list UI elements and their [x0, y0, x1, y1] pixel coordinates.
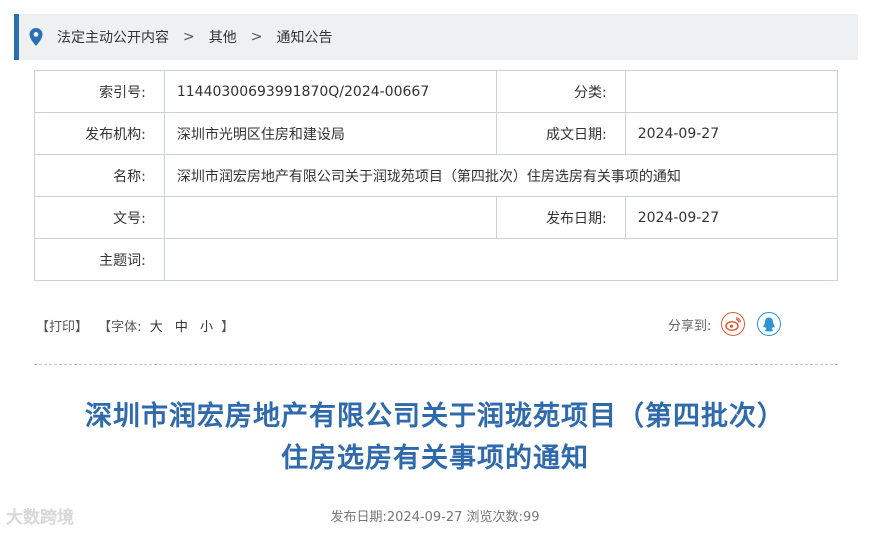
category-value [624, 70, 839, 113]
breadcrumb-item-public-content[interactable]: 法定主动公开内容 [57, 27, 169, 47]
breadcrumb: 法定主动公开内容 > 其他 > 通知公告 [14, 14, 858, 60]
qq-icon[interactable] [757, 312, 782, 336]
weibo-icon[interactable] [721, 312, 746, 336]
font-large-button[interactable]: 大 [150, 320, 163, 335]
docno-value [163, 196, 497, 239]
index-label: 索引号: [34, 70, 165, 113]
table-row: 文号: 发布日期: 2024-09-27 [34, 196, 839, 239]
published-date-value: 2024-09-27 [624, 196, 839, 239]
share-label: 分享到: [668, 318, 712, 334]
article-title: 深圳市润宏房地产有限公司关于润珑苑项目（第四批次） 住房选房有关事项的通知 [0, 396, 870, 480]
created-date-label: 成文日期: [495, 112, 626, 155]
chevron-right-icon: > [183, 29, 195, 45]
org-value: 深圳市光明区住房和建设局 [163, 112, 497, 155]
dashed-divider [34, 364, 838, 365]
article-tools: 【打印】 【字体: 大 中 小 】 [36, 316, 234, 335]
name-label: 名称: [34, 154, 165, 197]
font-medium-button[interactable]: 中 [175, 320, 188, 335]
font-size-prefix: 【字体: [98, 320, 142, 335]
font-size-suffix: 】 [221, 320, 235, 335]
breadcrumb-item-notice[interactable]: 通知公告 [276, 27, 332, 47]
table-row: 发布机构: 深圳市光明区住房和建设局 成文日期: 2024-09-27 [34, 112, 839, 155]
name-value: 深圳市润宏房地产有限公司关于润珑苑项目（第四批次）住房选房有关事项的通知 [163, 154, 839, 197]
table-row: 索引号: 11440300693991870Q/2024-00667 分类: [34, 70, 839, 113]
index-value: 11440300693991870Q/2024-00667 [163, 70, 497, 113]
chevron-right-icon: > [250, 29, 263, 45]
article-title-line2: 住房选房有关事项的通知 [281, 443, 589, 474]
font-small-button[interactable]: 小 [200, 320, 213, 335]
table-row: 主题词: [34, 238, 839, 281]
article-title-line1: 深圳市润宏房地产有限公司关于润珑苑项目（第四批次） [85, 401, 785, 432]
watermark-text: 大数跨境 [6, 508, 74, 528]
keywords-label: 主题词: [34, 238, 165, 281]
watermark-logo: 大数跨境 [6, 503, 74, 528]
org-label: 发布机构: [34, 112, 165, 155]
share-bar: 分享到: [668, 312, 782, 336]
publish-info: 发布日期:2024-09-27 浏览次数:99 [330, 510, 540, 525]
created-date-value: 2024-09-27 [624, 112, 839, 155]
category-label: 分类: [495, 70, 626, 113]
document-meta-table: 索引号: 11440300693991870Q/2024-00667 分类: 发… [34, 70, 839, 281]
location-pin-icon [29, 28, 43, 46]
docno-label: 文号: [34, 196, 165, 239]
keywords-value [163, 238, 839, 281]
breadcrumb-item-other[interactable]: 其他 [209, 27, 237, 47]
table-row: 名称: 深圳市润宏房地产有限公司关于润珑苑项目（第四批次）住房选房有关事项的通知 [34, 154, 839, 197]
print-button[interactable]: 【打印】 [36, 320, 88, 335]
published-date-label: 发布日期: [495, 196, 626, 239]
